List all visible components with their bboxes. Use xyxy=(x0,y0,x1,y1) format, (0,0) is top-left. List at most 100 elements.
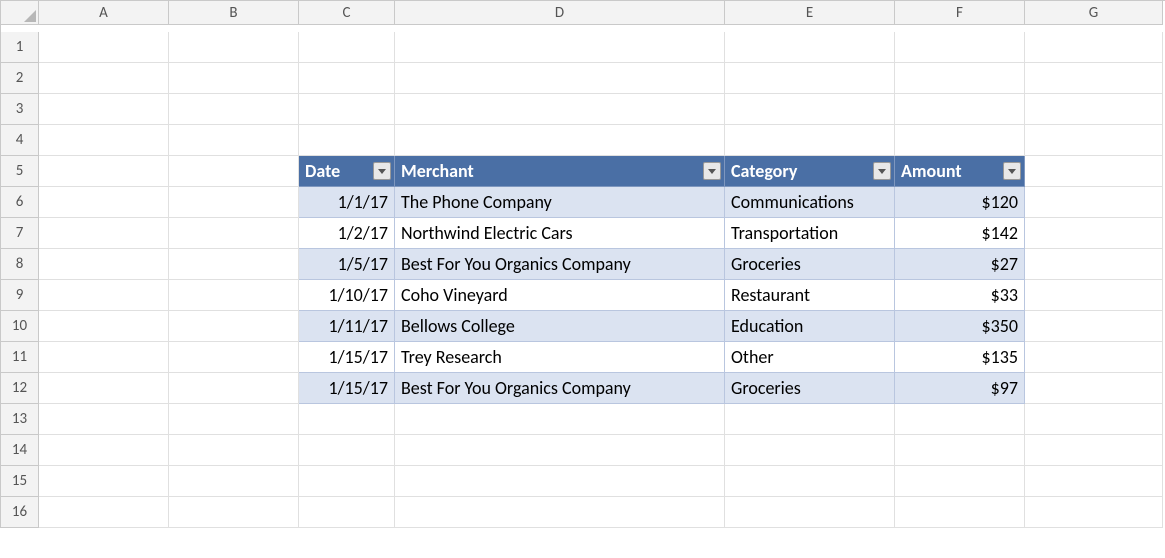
row-header-8[interactable]: 8 xyxy=(1,249,39,280)
select-all-corner[interactable] xyxy=(1,1,39,25)
cell-B14[interactable] xyxy=(169,435,299,466)
cell-A9[interactable] xyxy=(39,280,169,311)
cell-A12[interactable] xyxy=(39,373,169,404)
row-header-7[interactable]: 7 xyxy=(1,218,39,249)
cell-E14[interactable] xyxy=(725,435,895,466)
row-header-12[interactable]: 12 xyxy=(1,373,39,404)
table-cell-merchant[interactable]: Trey Research xyxy=(395,342,725,373)
cell-G8[interactable] xyxy=(1025,249,1163,280)
cell-B11[interactable] xyxy=(169,342,299,373)
table-header-category[interactable]: Category xyxy=(725,156,895,187)
filter-dropdown-icon[interactable] xyxy=(373,162,391,180)
row-header-4[interactable]: 4 xyxy=(1,125,39,156)
cell-G12[interactable] xyxy=(1025,373,1163,404)
cell-B2[interactable] xyxy=(169,63,299,94)
table-cell-amount[interactable]: $135 xyxy=(895,342,1025,373)
cell-F2[interactable] xyxy=(895,63,1025,94)
cell-D2[interactable] xyxy=(395,63,725,94)
cell-E2[interactable] xyxy=(725,63,895,94)
cell-G1[interactable] xyxy=(1025,32,1163,63)
cell-A14[interactable] xyxy=(39,435,169,466)
cell-B13[interactable] xyxy=(169,404,299,435)
cell-G10[interactable] xyxy=(1025,311,1163,342)
filter-dropdown-icon[interactable] xyxy=(873,162,891,180)
cell-G7[interactable] xyxy=(1025,218,1163,249)
cell-A15[interactable] xyxy=(39,466,169,497)
cell-B5[interactable] xyxy=(169,156,299,187)
table-cell-date[interactable]: 1/11/17 xyxy=(299,311,395,342)
table-cell-amount[interactable]: $142 xyxy=(895,218,1025,249)
row-header-2[interactable]: 2 xyxy=(1,63,39,94)
cell-E4[interactable] xyxy=(725,125,895,156)
cell-C16[interactable] xyxy=(299,497,395,528)
cell-D13[interactable] xyxy=(395,404,725,435)
cell-A10[interactable] xyxy=(39,311,169,342)
cell-D15[interactable] xyxy=(395,466,725,497)
table-cell-date[interactable]: 1/15/17 xyxy=(299,342,395,373)
cell-F1[interactable] xyxy=(895,32,1025,63)
table-cell-date[interactable]: 1/10/17 xyxy=(299,280,395,311)
cell-E13[interactable] xyxy=(725,404,895,435)
cell-G4[interactable] xyxy=(1025,125,1163,156)
cell-E16[interactable] xyxy=(725,497,895,528)
row-header-16[interactable]: 16 xyxy=(1,497,39,528)
cell-F15[interactable] xyxy=(895,466,1025,497)
filter-dropdown-icon[interactable] xyxy=(1003,162,1021,180)
table-header-merchant[interactable]: Merchant xyxy=(395,156,725,187)
filter-dropdown-icon[interactable] xyxy=(703,162,721,180)
cell-B4[interactable] xyxy=(169,125,299,156)
cell-A6[interactable] xyxy=(39,187,169,218)
cell-A1[interactable] xyxy=(39,32,169,63)
table-cell-amount[interactable]: $120 xyxy=(895,187,1025,218)
cell-G13[interactable] xyxy=(1025,404,1163,435)
table-cell-amount[interactable]: $27 xyxy=(895,249,1025,280)
cell-C4[interactable] xyxy=(299,125,395,156)
row-header-13[interactable]: 13 xyxy=(1,404,39,435)
cell-G14[interactable] xyxy=(1025,435,1163,466)
spreadsheet-grid[interactable]: ABCDEFG12345DateMerchantCategoryAmount61… xyxy=(0,0,1165,528)
table-cell-merchant[interactable]: Bellows College xyxy=(395,311,725,342)
column-header-B[interactable]: B xyxy=(169,1,299,25)
table-cell-merchant[interactable]: Coho Vineyard xyxy=(395,280,725,311)
row-header-5[interactable]: 5 xyxy=(1,156,39,187)
table-cell-date[interactable]: 1/2/17 xyxy=(299,218,395,249)
cell-G2[interactable] xyxy=(1025,63,1163,94)
row-header-14[interactable]: 14 xyxy=(1,435,39,466)
column-header-C[interactable]: C xyxy=(299,1,395,25)
cell-A8[interactable] xyxy=(39,249,169,280)
cell-B3[interactable] xyxy=(169,94,299,125)
cell-B7[interactable] xyxy=(169,218,299,249)
row-header-3[interactable]: 3 xyxy=(1,94,39,125)
cell-B16[interactable] xyxy=(169,497,299,528)
table-cell-category[interactable]: Transportation xyxy=(725,218,895,249)
table-cell-category[interactable]: Communications xyxy=(725,187,895,218)
cell-A3[interactable] xyxy=(39,94,169,125)
cell-B1[interactable] xyxy=(169,32,299,63)
cell-D16[interactable] xyxy=(395,497,725,528)
table-cell-category[interactable]: Restaurant xyxy=(725,280,895,311)
table-cell-merchant[interactable]: Northwind Electric Cars xyxy=(395,218,725,249)
table-cell-date[interactable]: 1/1/17 xyxy=(299,187,395,218)
cell-F4[interactable] xyxy=(895,125,1025,156)
column-header-A[interactable]: A xyxy=(39,1,169,25)
cell-E15[interactable] xyxy=(725,466,895,497)
table-header-date[interactable]: Date xyxy=(299,156,395,187)
table-cell-category[interactable]: Groceries xyxy=(725,249,895,280)
table-cell-category[interactable]: Education xyxy=(725,311,895,342)
cell-C3[interactable] xyxy=(299,94,395,125)
column-header-E[interactable]: E xyxy=(725,1,895,25)
cell-G3[interactable] xyxy=(1025,94,1163,125)
cell-A4[interactable] xyxy=(39,125,169,156)
cell-B6[interactable] xyxy=(169,187,299,218)
cell-B15[interactable] xyxy=(169,466,299,497)
table-cell-amount[interactable]: $33 xyxy=(895,280,1025,311)
cell-A13[interactable] xyxy=(39,404,169,435)
cell-G6[interactable] xyxy=(1025,187,1163,218)
table-cell-category[interactable]: Other xyxy=(725,342,895,373)
cell-B8[interactable] xyxy=(169,249,299,280)
cell-D1[interactable] xyxy=(395,32,725,63)
column-header-D[interactable]: D xyxy=(395,1,725,25)
cell-B10[interactable] xyxy=(169,311,299,342)
cell-F16[interactable] xyxy=(895,497,1025,528)
table-cell-date[interactable]: 1/15/17 xyxy=(299,373,395,404)
